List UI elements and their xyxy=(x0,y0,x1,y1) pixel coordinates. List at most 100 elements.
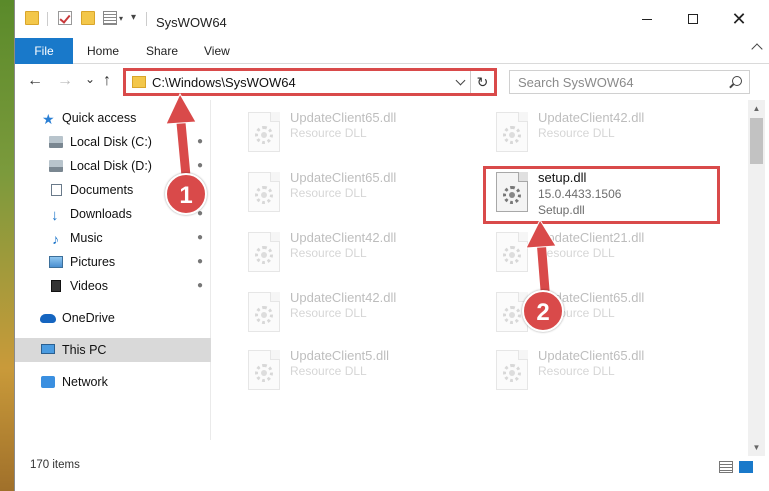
file-item[interactable]: UpdateClient21.dll Resource DLL xyxy=(488,226,728,280)
dll-file-icon xyxy=(496,112,528,152)
qa-separator xyxy=(146,12,147,26)
gear-icon xyxy=(255,186,273,204)
sidebar-item-label: Music xyxy=(70,231,103,245)
minimize-button[interactable] xyxy=(624,0,670,38)
close-button[interactable]: ✕ xyxy=(716,0,762,38)
music-icon: ♪ xyxy=(52,231,59,247)
navigation-bar: ← → ⌄ ↑ C:\Windows\SysWOW64 ↻ xyxy=(15,64,769,100)
disk-icon xyxy=(49,160,63,172)
sidebar-item-this-pc[interactable]: This PC xyxy=(15,338,211,362)
navigation-pane: ★ Quick access Local Disk (C:) ● Local D… xyxy=(15,100,211,440)
onedrive-icon xyxy=(40,314,56,323)
search-icon[interactable] xyxy=(732,76,742,86)
pictures-icon xyxy=(49,256,63,268)
file-name: UpdateClient21.dll xyxy=(538,230,645,245)
properties-icon[interactable] xyxy=(103,11,117,25)
pin-icon[interactable]: ● xyxy=(197,250,203,274)
file-name: UpdateClient42.dll xyxy=(538,110,645,125)
sidebar-item-music[interactable]: ♪ Music ● xyxy=(15,226,211,250)
tab-view[interactable]: View xyxy=(204,38,230,64)
sidebar-item-label: Quick access xyxy=(62,111,137,125)
dll-file-icon xyxy=(248,172,280,212)
sidebar-item-label: Downloads xyxy=(70,207,132,221)
file-description: Resource DLL xyxy=(290,306,367,320)
pin-icon[interactable]: ● xyxy=(197,274,203,298)
window-title: SysWOW64 xyxy=(156,15,227,30)
file-item[interactable]: UpdateClient65.dll Resource DLL xyxy=(488,344,728,398)
file-name: UpdateClient42.dll xyxy=(290,290,397,305)
tab-share[interactable]: Share xyxy=(146,38,178,64)
customize-toolbar-icon[interactable]: ▾ xyxy=(131,12,136,23)
sidebar-item-label: Pictures xyxy=(70,255,116,269)
network-icon xyxy=(41,376,55,388)
recent-locations-button[interactable]: ⌄ xyxy=(85,72,95,86)
file-name: UpdateClient65.dll xyxy=(290,110,397,125)
folder-icon[interactable] xyxy=(25,11,39,25)
sidebar-item-label: Documents xyxy=(70,183,134,197)
callout-badge-2: 2 xyxy=(522,290,564,332)
file-description: Resource DLL xyxy=(538,126,615,140)
tab-file[interactable]: File xyxy=(15,38,73,64)
title-bar: ▾ ▾ SysWOW64 ✕ xyxy=(15,0,769,38)
gear-icon xyxy=(255,246,273,264)
sidebar-item-pictures[interactable]: Pictures ● xyxy=(15,250,211,274)
file-item[interactable]: UpdateClient5.dll Resource DLL xyxy=(240,344,480,398)
address-dropdown-icon[interactable] xyxy=(455,75,466,86)
details-view-icon[interactable] xyxy=(719,461,733,473)
up-button[interactable]: ↑ xyxy=(103,72,111,90)
scroll-thumb[interactable] xyxy=(750,118,763,164)
sidebar-item-onedrive[interactable]: OneDrive xyxy=(15,306,211,330)
gear-icon xyxy=(503,126,521,144)
ribbon-tabs: File Home Share View xyxy=(15,38,769,64)
dll-file-icon xyxy=(248,350,280,390)
new-folder-icon[interactable] xyxy=(81,11,95,25)
refresh-button[interactable]: ↻ xyxy=(470,71,494,93)
sidebar-item-quick-access[interactable]: ★ Quick access xyxy=(15,106,211,130)
sidebar-item-network[interactable]: Network xyxy=(15,370,211,394)
file-item[interactable]: UpdateClient42.dll Resource DLL xyxy=(488,106,728,160)
gear-icon xyxy=(255,126,273,144)
back-button[interactable]: ← xyxy=(27,72,43,90)
maximize-icon xyxy=(688,14,698,24)
file-description: Resource DLL xyxy=(538,364,615,378)
file-description: Resource DLL xyxy=(290,186,367,200)
sidebar-item-videos[interactable]: Videos ● xyxy=(15,274,211,298)
pin-icon[interactable]: ● xyxy=(197,226,203,250)
downloads-icon: ↓ xyxy=(51,207,59,224)
pin-icon[interactable]: ● xyxy=(197,130,203,154)
file-name: UpdateClient65.dll xyxy=(290,170,397,185)
dll-file-icon xyxy=(248,292,280,332)
scroll-down-icon[interactable]: ▼ xyxy=(748,439,765,456)
close-icon: ✕ xyxy=(731,9,747,29)
scroll-up-icon[interactable]: ▲ xyxy=(748,100,765,117)
expand-ribbon-icon[interactable] xyxy=(751,43,763,55)
videos-icon xyxy=(51,280,61,292)
file-item[interactable]: UpdateClient42.dll Resource DLL xyxy=(240,226,480,280)
forward-button[interactable]: → xyxy=(57,72,73,90)
file-name: UpdateClient5.dll xyxy=(290,348,390,363)
documents-icon xyxy=(51,184,62,196)
file-item[interactable]: UpdateClient65.dll Resource DLL xyxy=(240,166,480,220)
sidebar-item-local-disk-c[interactable]: Local Disk (C:) ● xyxy=(15,130,211,154)
minimize-icon xyxy=(642,18,652,20)
pin-icon[interactable]: ● xyxy=(197,154,203,178)
file-item[interactable]: UpdateClient65.dll Resource DLL xyxy=(240,106,480,160)
file-item[interactable]: UpdateClient42.dll Resource DLL xyxy=(240,286,480,340)
search-input[interactable] xyxy=(510,71,720,93)
search-box[interactable] xyxy=(509,70,750,94)
sidebar-item-label: Local Disk (C:) xyxy=(70,135,152,149)
maximize-button[interactable] xyxy=(670,0,716,38)
sidebar-item-label: Local Disk (D:) xyxy=(70,159,152,173)
large-icons-view-icon[interactable] xyxy=(739,461,753,473)
disk-icon xyxy=(49,136,63,148)
address-bar[interactable]: C:\Windows\SysWOW64 ↻ xyxy=(123,68,497,96)
sidebar-item-label: Network xyxy=(62,375,108,389)
item-count: 170 items xyxy=(30,459,80,471)
file-description: Resource DLL xyxy=(290,364,367,378)
gear-icon xyxy=(255,364,273,382)
vertical-scrollbar[interactable]: ▲ ▼ xyxy=(748,100,765,456)
properties-check-icon[interactable] xyxy=(58,11,72,25)
qa-dropdown-icon[interactable]: ▾ xyxy=(119,14,123,23)
address-path[interactable]: C:\Windows\SysWOW64 xyxy=(152,75,296,90)
tab-home[interactable]: Home xyxy=(87,38,119,64)
